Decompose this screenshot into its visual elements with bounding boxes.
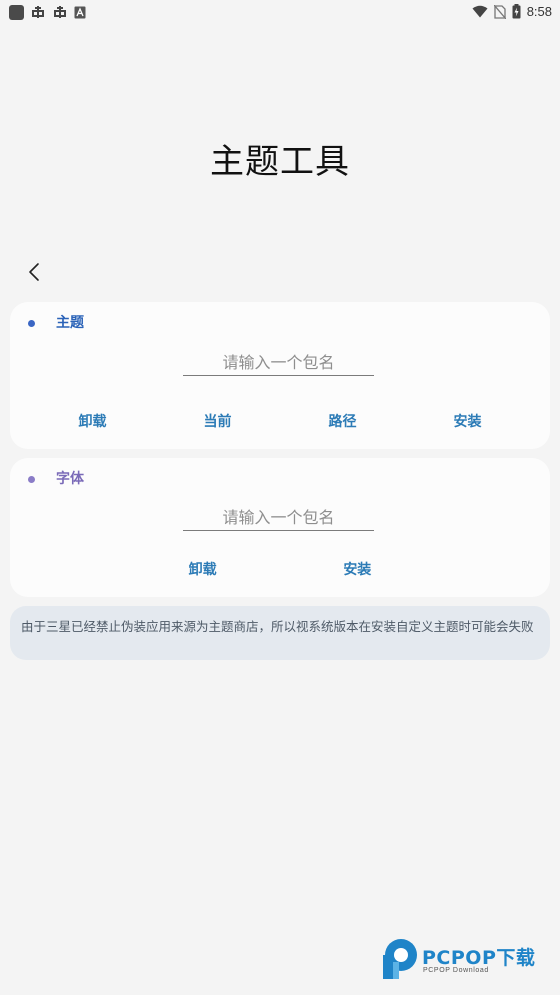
theme-button-row: 卸载 当前 路径 安装 xyxy=(30,411,530,433)
no-sim-icon xyxy=(493,4,506,19)
status-time: 8:58 xyxy=(526,4,552,19)
theme-current-button[interactable]: 当前 xyxy=(196,411,240,433)
theme-dot xyxy=(28,319,35,327)
theme-install-button[interactable]: 安装 xyxy=(446,411,490,433)
font-package-input[interactable] xyxy=(183,504,374,531)
font-button-row: 卸载 安装 xyxy=(30,559,530,581)
app-square-icon xyxy=(9,4,24,20)
bug-icon xyxy=(54,6,66,18)
text-a-icon xyxy=(74,6,86,18)
status-bar: 8:58 xyxy=(0,0,560,24)
page-title: 主题工具 xyxy=(210,142,350,182)
font-install-button[interactable]: 安装 xyxy=(335,559,379,581)
theme-path-button[interactable]: 路径 xyxy=(321,411,365,433)
watermark-brand: PCPOP下载 xyxy=(422,947,536,969)
bug-icon xyxy=(32,6,44,18)
theme-uninstall-button[interactable]: 卸载 xyxy=(71,411,115,433)
back-button[interactable] xyxy=(20,258,48,286)
warning-notice: 由于三星已经禁止伪装应用来源为主题商店，所以视系统版本在安装自定义主题时可能会失… xyxy=(10,606,550,660)
wifi-icon xyxy=(472,5,488,18)
pcpop-logo-icon xyxy=(383,939,417,979)
font-dot xyxy=(28,475,35,483)
battery-charging-icon xyxy=(512,4,521,19)
theme-card-label: 主题 xyxy=(56,315,84,331)
pcpop-watermark: PCPOP下载 PCPOP Download xyxy=(380,938,552,982)
watermark-sub: PCPOP Download xyxy=(423,967,489,974)
font-uninstall-button[interactable]: 卸载 xyxy=(181,559,225,581)
theme-card-header: 主题 xyxy=(28,314,84,332)
font-card: 字体 卸载 安装 xyxy=(10,458,550,597)
font-card-label: 字体 xyxy=(56,471,84,487)
theme-card: 主题 卸载 当前 路径 安装 xyxy=(10,302,550,449)
theme-package-input[interactable] xyxy=(183,349,374,376)
status-left-icons xyxy=(9,4,86,20)
status-right-icons: 8:58 xyxy=(472,3,552,20)
chevron-left-icon xyxy=(29,263,39,281)
font-card-header: 字体 xyxy=(28,470,84,488)
